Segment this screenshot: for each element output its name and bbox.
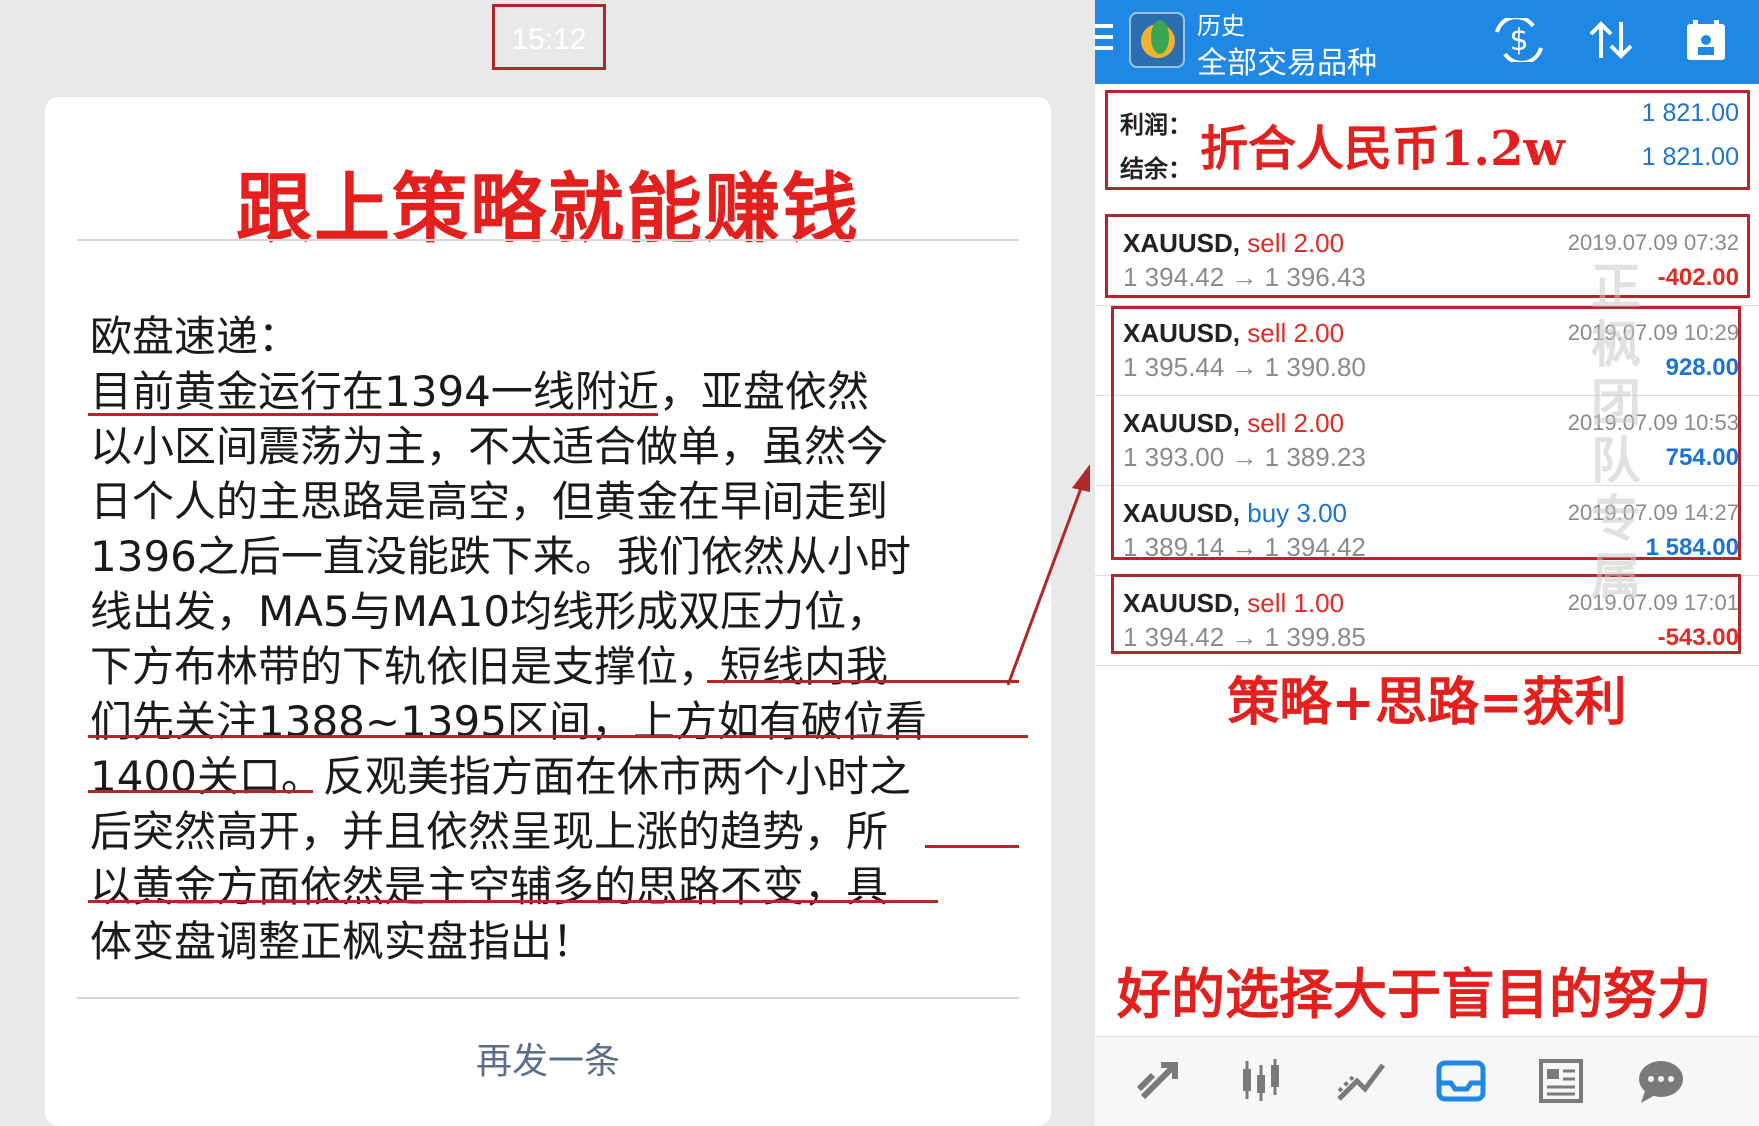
timestamp-frame: 15:12 (492, 4, 606, 70)
balance-value: 1 821.00 (1641, 143, 1739, 171)
resend-button[interactable]: 再发一条 (45, 1032, 1051, 1084)
underline-mark (88, 413, 658, 416)
body-line: 以黄金方面依然是主空辅多的思路不变，具 (90, 862, 889, 911)
body-line: 目前黄金运行在1394一线附近，亚盘依然 (90, 367, 869, 416)
message-card: 跟上策略就能赚钱 欧盘速递： 目前黄金运行在1394一线附近，亚盘依然 以小区间… (45, 97, 1051, 1126)
history-inbox-icon[interactable] (1431, 1053, 1491, 1109)
body-line: 后突然高开，并且依然呈现上涨的趋势，所 (90, 807, 889, 856)
message-time: 15:12 (511, 23, 587, 56)
annotation-strategy: 策略+思路=获利 (1227, 673, 1627, 733)
app-bar: 历史 全部交易品种 $ (1095, 0, 1759, 84)
mt4-history-screen: 历史 全部交易品种 $ 利润： 结余： 折合人民币1.2w 1 821.00 1… (1095, 0, 1759, 1126)
summary-frame: 利润： 结余： 折合人民币1.2w 1 821.00 1 821.00 (1105, 90, 1750, 190)
underline-mark (925, 845, 1019, 848)
svg-text:$: $ (1509, 23, 1528, 58)
underline-mark (88, 735, 1028, 738)
body-line: 体变盘调整正枫实盘指出！ (90, 917, 595, 966)
annotation-choice: 好的选择大于盲目的努力 (1117, 963, 1711, 1026)
bottom-navigation (1095, 1036, 1759, 1126)
watermark: 正枫团队专属 (1591, 258, 1641, 606)
sort-icon[interactable] (1583, 18, 1639, 71)
chart-candles-icon[interactable] (1231, 1053, 1291, 1109)
divider-top (77, 239, 1019, 241)
trade-frame (1111, 574, 1741, 654)
currency-exchange-icon[interactable]: $ (1491, 15, 1547, 71)
underline-mark (88, 790, 313, 793)
symbol-filter[interactable]: 全部交易品种 (1197, 38, 1377, 82)
chat-panel: 15:12 跟上策略就能赚钱 欧盘速递： 目前黄金运行在1394一线附近，亚盘依… (0, 0, 1095, 1126)
trend-icon[interactable] (1331, 1053, 1391, 1109)
trade-icon[interactable] (1131, 1053, 1191, 1109)
body-line: 欧盘速递： (90, 312, 301, 361)
trade-group-frame (1111, 306, 1741, 560)
menu-icon[interactable] (1095, 24, 1113, 54)
underline-mark (707, 680, 1019, 683)
metatrader-logo (1129, 12, 1185, 68)
calendar-icon[interactable] (1677, 18, 1733, 71)
body-line: 1400关口。反观美指方面在休市两个小时之 (90, 752, 911, 801)
screen-title: 历史 (1197, 12, 1245, 40)
profit-label: 利润： (1120, 111, 1192, 139)
rmb-note: 折合人民币1.2w (1200, 121, 1565, 177)
trade-frame (1105, 214, 1750, 298)
body-line: 们先关注1388~1395区间，上方如有破位看 (90, 697, 927, 746)
news-icon[interactable] (1531, 1053, 1591, 1109)
underline-mark (88, 900, 938, 903)
divider-bottom (77, 997, 1019, 999)
body-line: 1396之后一直没能跌下来。我们依然从小时 (90, 532, 911, 581)
body-line: 下方布林带的下轨依旧是支撑位，短线内我 (90, 642, 889, 691)
body-line: 日个人的主思路是高空，但黄金在早间走到 (90, 477, 889, 526)
profit-value: 1 821.00 (1641, 99, 1739, 127)
message-body: 欧盘速递： 目前黄金运行在1394一线附近，亚盘依然 以小区间震荡为主，不太适合… (90, 309, 1030, 969)
body-line: 线出发，MA5与MA10均线形成双压力位， (90, 587, 889, 636)
balance-label: 结余： (1120, 155, 1192, 183)
chat-icon[interactable] (1631, 1053, 1691, 1109)
body-line: 以小区间震荡为主，不太适合做单，虽然今 (90, 422, 889, 471)
